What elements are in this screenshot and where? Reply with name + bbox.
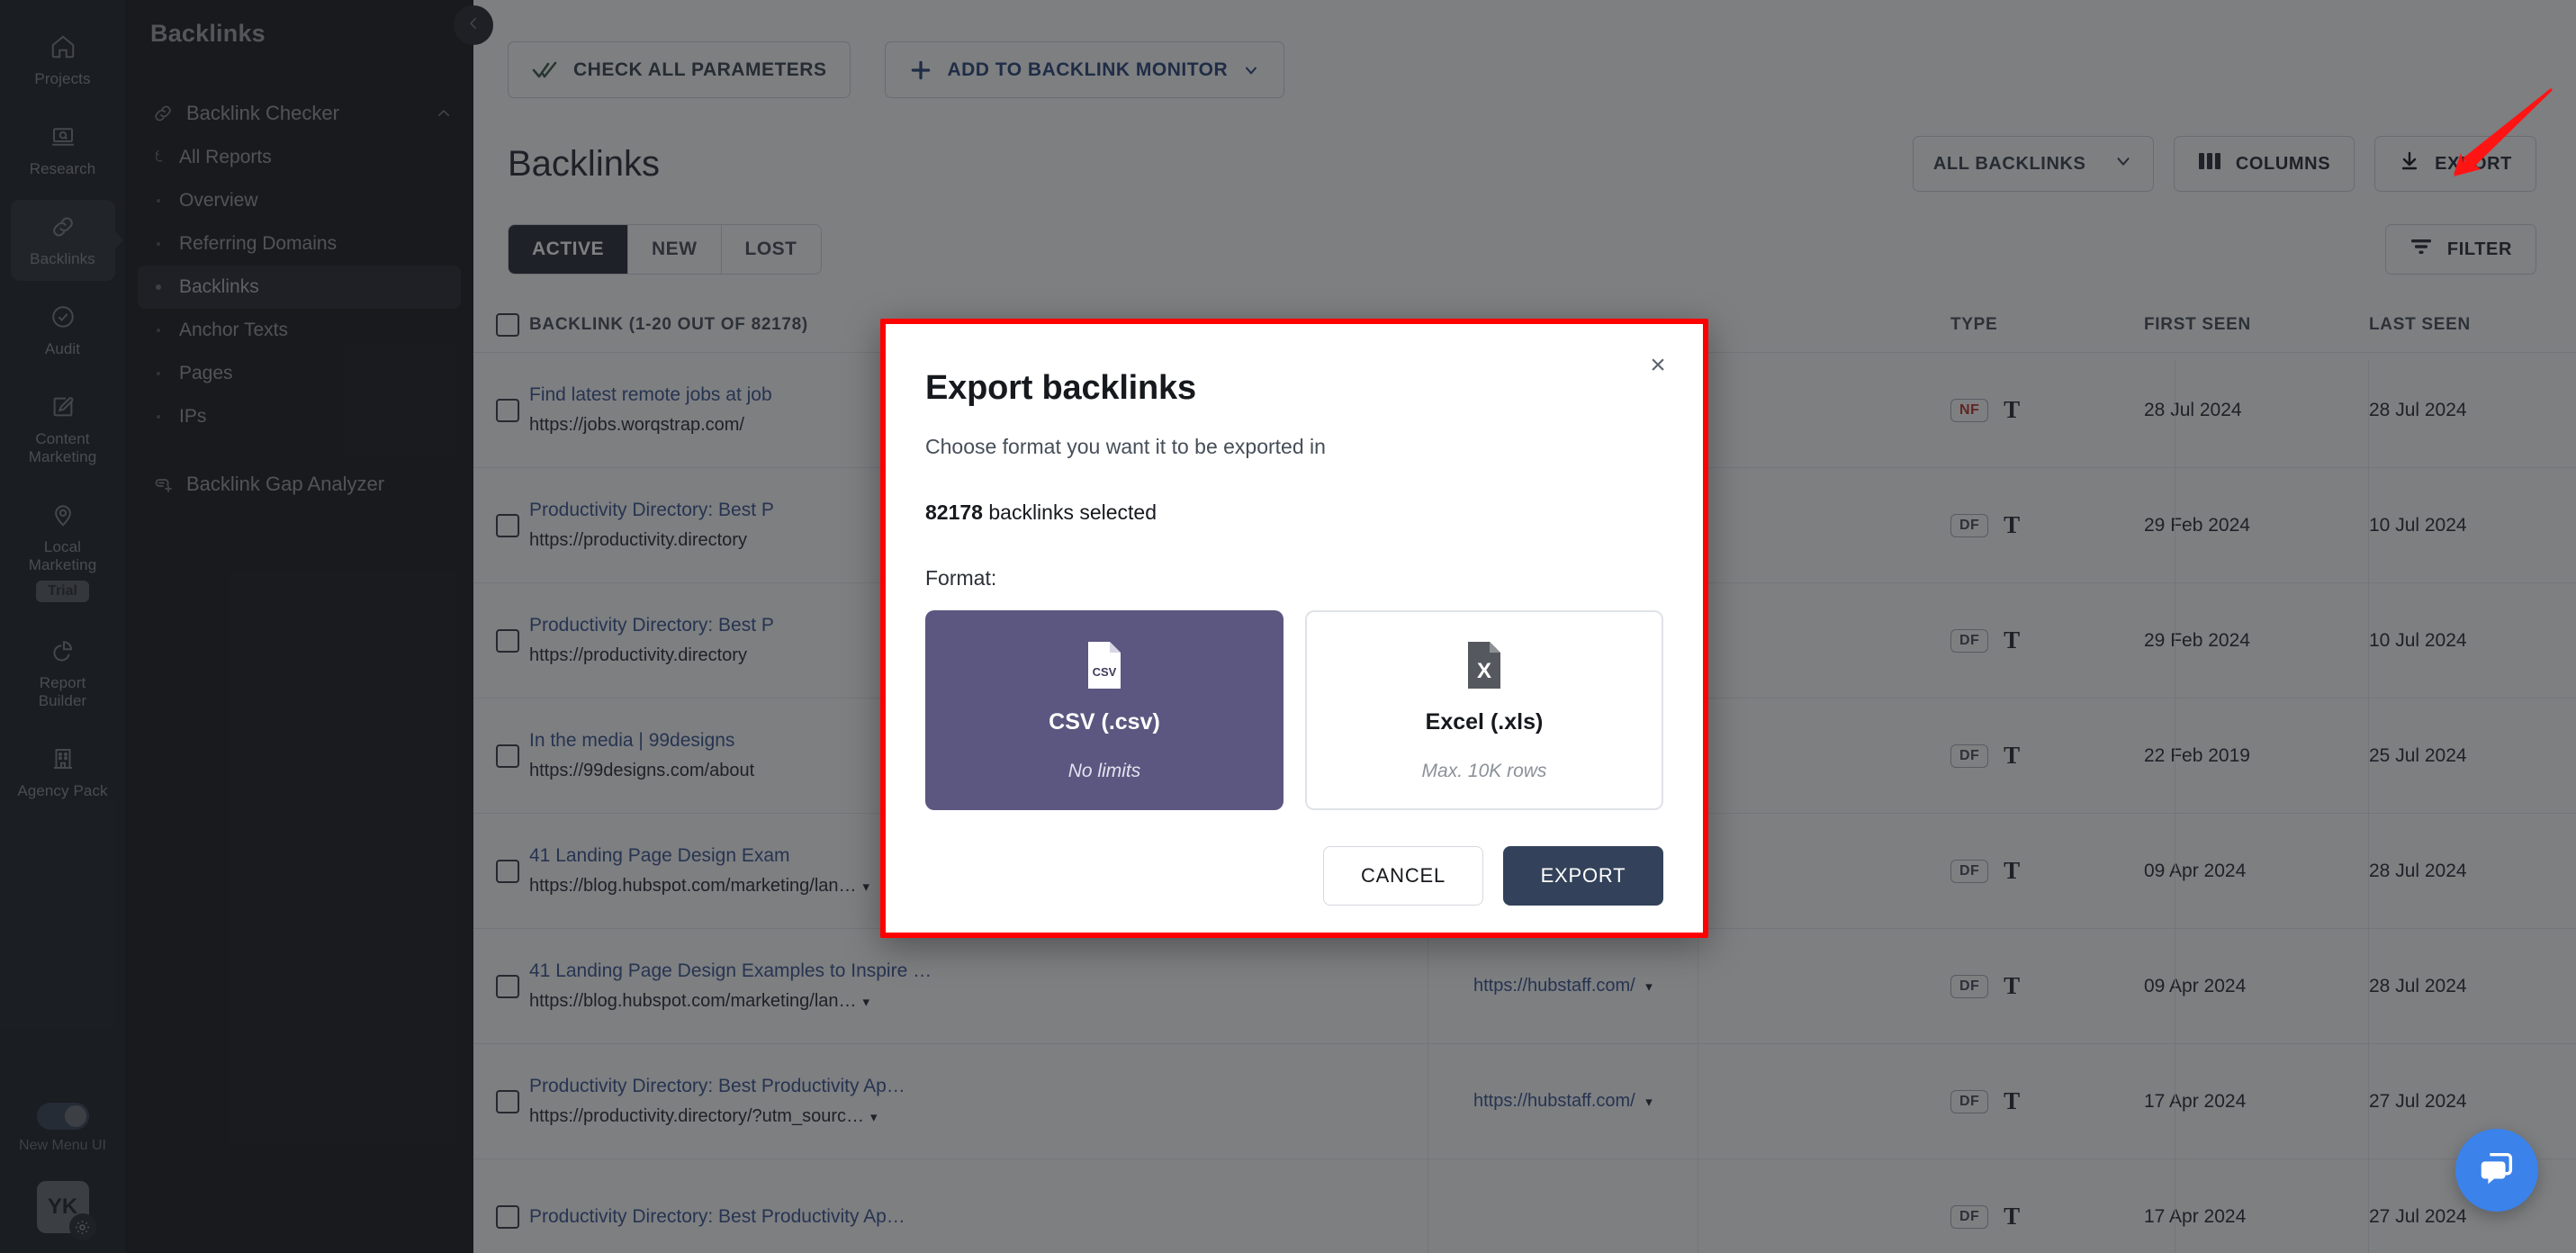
xls-file-icon: X bbox=[1464, 639, 1504, 691]
chat-bubble-icon bbox=[2476, 1148, 2517, 1194]
format-options: CSV CSV (.csv) No limits X Excel (.xls) … bbox=[925, 610, 1663, 810]
csv-file-icon: CSV bbox=[1085, 639, 1124, 691]
format-note: Max. 10K rows bbox=[1421, 760, 1547, 781]
selected-count-number: 82178 bbox=[925, 500, 983, 524]
svg-text:X: X bbox=[1477, 659, 1491, 683]
format-note: No limits bbox=[1067, 760, 1141, 781]
export-confirm-button[interactable]: EXPORT bbox=[1503, 846, 1663, 906]
format-option-excel[interactable]: X Excel (.xls) Max. 10K rows bbox=[1305, 610, 1663, 810]
close-icon[interactable]: × bbox=[1642, 349, 1674, 382]
dialog-body: Export backlinks Choose format you want … bbox=[886, 324, 1703, 810]
format-name: CSV (.csv) bbox=[1049, 708, 1160, 735]
format-label: Format: bbox=[925, 566, 997, 590]
selected-count-suffix: backlinks selected bbox=[982, 500, 1157, 524]
format-option-csv[interactable]: CSV CSV (.csv) No limits bbox=[925, 610, 1283, 810]
selected-count: 82178 backlinks selected bbox=[925, 500, 1663, 525]
cancel-button[interactable]: CANCEL bbox=[1323, 846, 1483, 906]
svg-text:CSV: CSV bbox=[1093, 665, 1117, 679]
chat-support-button[interactable] bbox=[2455, 1129, 2538, 1212]
dialog-subtitle: Choose format you want it to be exported… bbox=[925, 435, 1326, 458]
dialog-actions: CANCEL EXPORT bbox=[886, 810, 1703, 906]
dialog-title: Export backlinks bbox=[925, 369, 1196, 407]
export-backlinks-dialog: × Export backlinks Choose format you wan… bbox=[880, 319, 1708, 938]
export-dialog-panel: × Export backlinks Choose format you wan… bbox=[880, 319, 1708, 938]
format-name: Excel (.xls) bbox=[1425, 708, 1544, 735]
